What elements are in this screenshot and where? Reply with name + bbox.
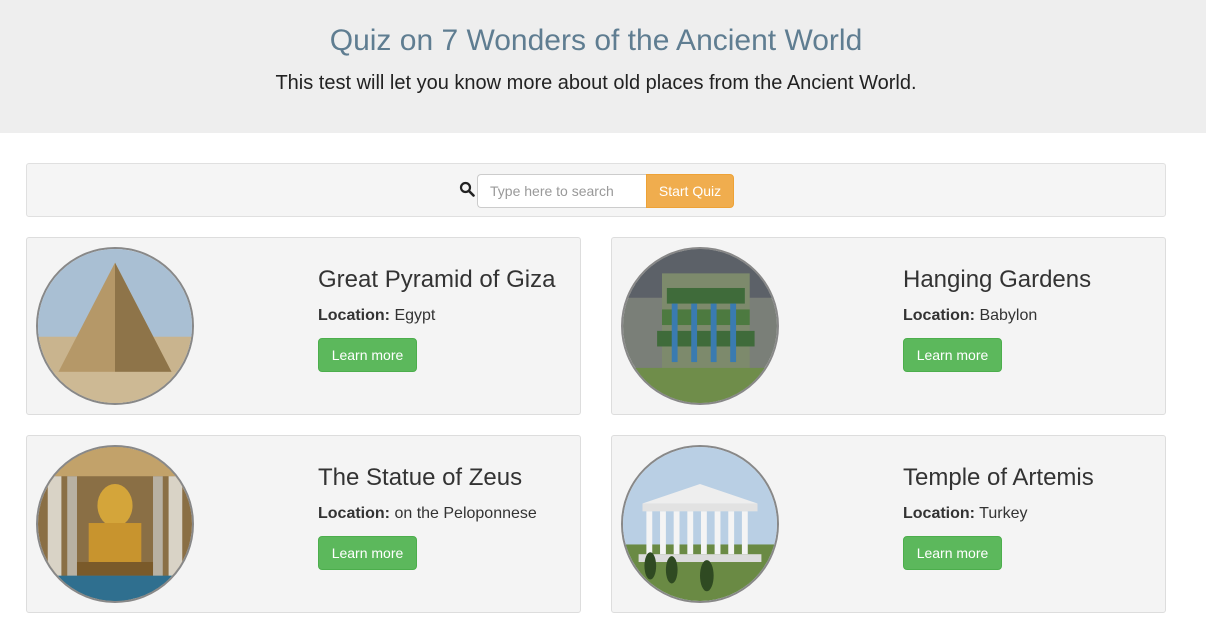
search-panel: Start Quiz [26,163,1166,217]
location-label: Location: [903,505,975,522]
jumbotron: Quiz on 7 Wonders of the Ancient World T… [0,0,1206,133]
learn-more-button[interactable]: Learn more [318,338,417,372]
search-icon [459,181,475,197]
wonder-title: Temple of Artemis [903,464,1094,491]
learn-more-button[interactable]: Learn more [903,536,1002,570]
temple-of-artemis-image [621,445,779,603]
wonder-location: Location: on the Peloponnese [318,505,537,523]
location-value: Babylon [979,307,1038,324]
wonder-card-hanging-gardens: Hanging Gardens Location: Babylon Learn … [611,237,1166,415]
wonder-location: Location: Egypt [318,307,435,325]
statue-of-zeus-image [36,445,194,603]
wonder-location: Location: Babylon [903,307,1037,325]
pyramid-image [36,247,194,405]
location-label: Location: [318,505,390,522]
location-label: Location: [318,307,390,324]
wonder-card-temple-of-artemis: Temple of Artemis Location: Turkey Learn… [611,435,1166,613]
wonder-title: Hanging Gardens [903,266,1092,293]
location-value: Egypt [394,307,436,324]
wonder-title: The Statue of Zeus [318,464,523,491]
start-quiz-button[interactable]: Start Quiz [646,174,734,208]
learn-more-button[interactable]: Learn more [903,338,1002,372]
location-value: on the Peloponnese [394,505,537,522]
location-value: Turkey [979,505,1028,522]
wonder-location: Location: Turkey [903,505,1027,523]
location-label: Location: [903,307,975,324]
wonder-card-pyramid: Great Pyramid of Giza Location: Egypt Le… [26,237,581,415]
learn-more-button[interactable]: Learn more [318,536,417,570]
wonder-card-statue-of-zeus: The Statue of Zeus Location: on the Pelo… [26,435,581,613]
page-title: Quiz on 7 Wonders of the Ancient World [329,24,863,57]
hanging-gardens-image [621,247,779,405]
page-subtitle: This test will let you know more about o… [275,72,917,94]
search-input[interactable] [477,174,647,208]
wonder-title: Great Pyramid of Giza [318,266,556,293]
